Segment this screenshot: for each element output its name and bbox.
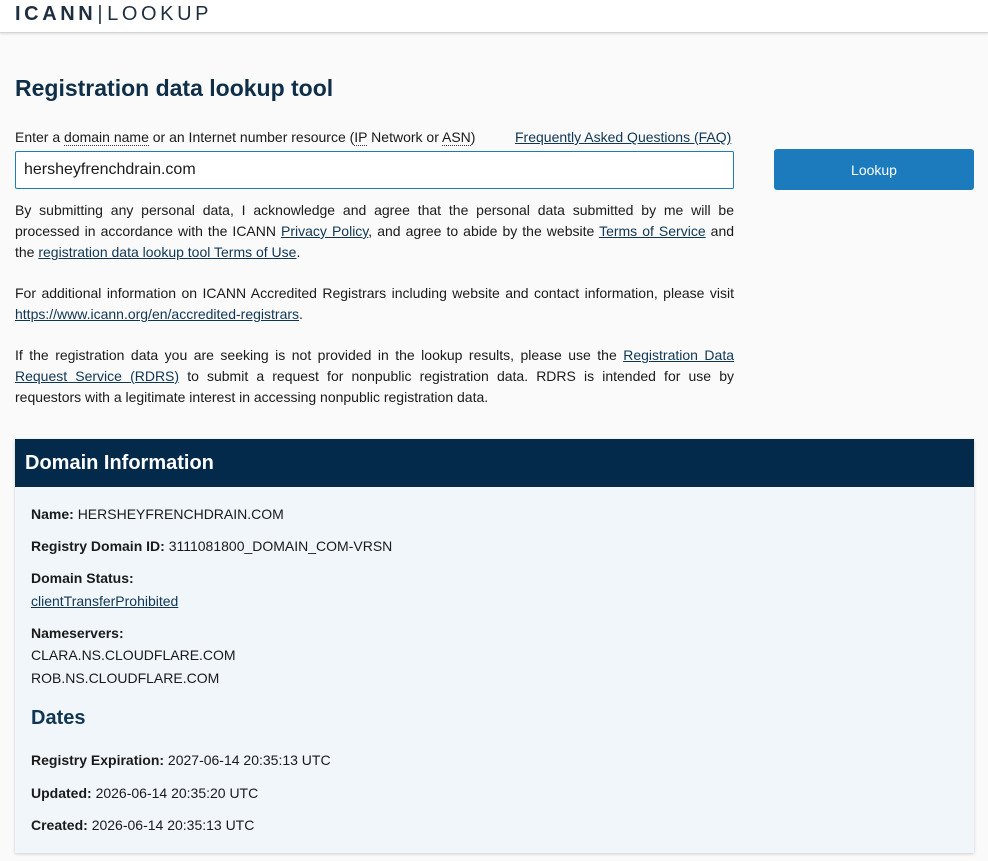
created-value: 2026-06-14 20:35:13 UTC (91, 817, 255, 833)
terms-of-use-link[interactable]: registration data lookup tool Terms of U… (38, 244, 296, 260)
updated-field: Updated: 2026-06-14 20:35:20 UTC (31, 785, 258, 801)
domain-information-card: Domain Information Name: HERSHEYFRENCHDR… (15, 439, 974, 853)
notice-text: . (299, 306, 303, 322)
registry-expiration-value: 2027-06-14 20:35:13 UTC (167, 752, 331, 768)
nameservers-label-text: Nameservers: (31, 625, 124, 641)
domain-status-label-text: Domain Status: (31, 570, 134, 586)
registry-domain-id-field: Registry Domain ID: 3111081800_DOMAIN_CO… (31, 538, 392, 554)
registry-domain-id-label: Registry Domain ID: (31, 538, 165, 554)
notice-text: . (296, 244, 301, 260)
logo-brand: ICANN (15, 3, 97, 25)
page-title: Registration data lookup tool (15, 75, 334, 101)
prompt-text: Network or (371, 129, 439, 145)
name-label: Name: (31, 506, 74, 522)
name-value: HERSHEYFRENCHDRAIN.COM (77, 506, 284, 522)
domain-name-term[interactable]: domain name (64, 129, 149, 146)
updated-value: 2026-06-14 20:35:20 UTC (95, 785, 259, 801)
logo-product: LOOKUP (107, 3, 213, 25)
name-field: Name: HERSHEYFRENCHDRAIN.COM (31, 506, 284, 522)
faq-link[interactable]: Frequently Asked Questions (FAQ) (515, 129, 731, 145)
nameserver-item: ROB.NS.CLOUDFLARE.COM (31, 670, 220, 686)
notice-text: If the registration data you are seeking… (15, 347, 617, 363)
top-bar: ICANN|LOOKUP (0, 0, 988, 33)
rdrs-notice: If the registration data you are seeking… (15, 345, 734, 408)
icann-lookup-logo[interactable]: ICANN|LOOKUP (15, 3, 212, 25)
prompt-text: ) (470, 129, 476, 145)
accredited-registrars-link[interactable]: https://www.icann.org/en/accredited-regi… (15, 306, 299, 322)
notice-text: , and agree to abide by the website (368, 223, 595, 239)
registry-expiration-label: Registry Expiration: (31, 752, 165, 768)
registrars-notice: For additional information on ICANN Accr… (15, 283, 734, 325)
registry-domain-id-value: 3111081800_DOMAIN_COM-VRSN (168, 538, 393, 554)
prompt-text: Enter a (15, 129, 61, 145)
updated-label: Updated: (31, 785, 92, 801)
domain-information-header: Domain Information (15, 439, 974, 487)
domain-status-link[interactable]: clientTransferProhibited (31, 593, 178, 609)
ip-term[interactable]: IP (354, 129, 368, 146)
logo-separator: | (97, 3, 107, 25)
created-label: Created: (31, 817, 88, 833)
privacy-policy-link[interactable]: Privacy Policy (281, 223, 368, 239)
prompt-text: or an Internet number resource ( (152, 129, 355, 145)
created-field: Created: 2026-06-14 20:35:13 UTC (31, 817, 254, 833)
search-prompt: Enter a domain name or an Internet numbe… (15, 129, 476, 146)
domain-status-label: Domain Status: (31, 570, 134, 586)
notice-text: For additional information on ICANN Accr… (15, 285, 734, 301)
nameserver-item: CLARA.NS.CLOUDFLARE.COM (31, 647, 236, 663)
asn-term[interactable]: ASN (441, 129, 471, 146)
nameservers-label: Nameservers: (31, 625, 124, 641)
registry-expiration-field: Registry Expiration: 2027-06-14 20:35:13… (31, 752, 331, 768)
terms-of-service-link[interactable]: Terms of Service (599, 223, 706, 239)
lookup-button[interactable]: Lookup (774, 149, 974, 190)
dates-title: Dates (31, 707, 86, 729)
privacy-notice: By submitting any personal data, I ackno… (15, 200, 734, 263)
search-input[interactable] (15, 151, 734, 189)
